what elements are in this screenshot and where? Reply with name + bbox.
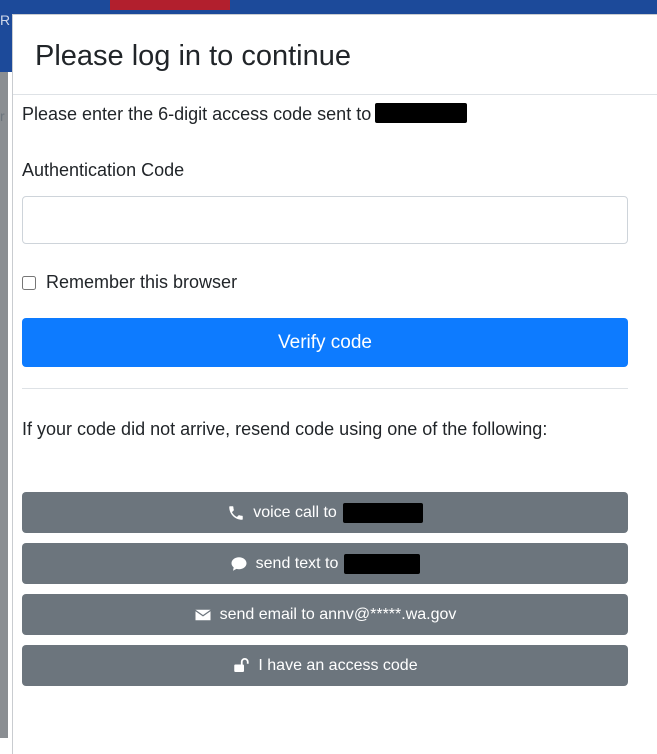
remember-browser-checkbox[interactable]: [22, 275, 36, 290]
background-text-fragment: r: [0, 108, 5, 124]
chat-bubble-icon: [230, 555, 248, 573]
send-email-label: send email to annv@*****.wa.gov: [219, 605, 457, 623]
auth-code-input[interactable]: [22, 196, 628, 244]
redacted-phone: [342, 502, 423, 523]
send-email-button[interactable]: send email to annv@*****.wa.gov: [22, 594, 628, 635]
phone-icon: [227, 504, 245, 522]
divider: [22, 388, 628, 389]
unlock-icon: [232, 657, 250, 675]
redacted-phone: [375, 103, 468, 124]
access-code-button[interactable]: I have an access code: [22, 645, 628, 686]
send-text-button[interactable]: send text to: [22, 543, 628, 584]
background-header-accent: [110, 0, 230, 10]
voice-call-button[interactable]: voice call to: [22, 492, 628, 533]
resend-instructions: If your code did not arrive, resend code…: [22, 419, 548, 439]
send-text-label: send text to: [255, 554, 339, 572]
verify-code-button[interactable]: Verify code: [22, 318, 628, 367]
envelope-icon: [194, 606, 212, 624]
remember-browser-row[interactable]: Remember this browser: [22, 272, 237, 293]
auth-code-label: Authentication Code: [22, 160, 185, 180]
background-text-fragment: R: [0, 12, 11, 28]
voice-call-label: voice call to: [253, 503, 337, 521]
background-side-bar: [0, 72, 8, 738]
remember-browser-label: Remember this browser: [46, 272, 238, 292]
access-code-label: I have an access code: [258, 656, 418, 674]
intro-text: Please enter the 6-digit access code sen…: [22, 103, 468, 125]
redacted-phone: [344, 553, 421, 574]
intro-label: Please enter the 6-digit access code sen…: [22, 104, 372, 124]
modal-title: Please log in to continue: [35, 40, 351, 72]
modal-header: Please log in to continue: [13, 15, 657, 95]
